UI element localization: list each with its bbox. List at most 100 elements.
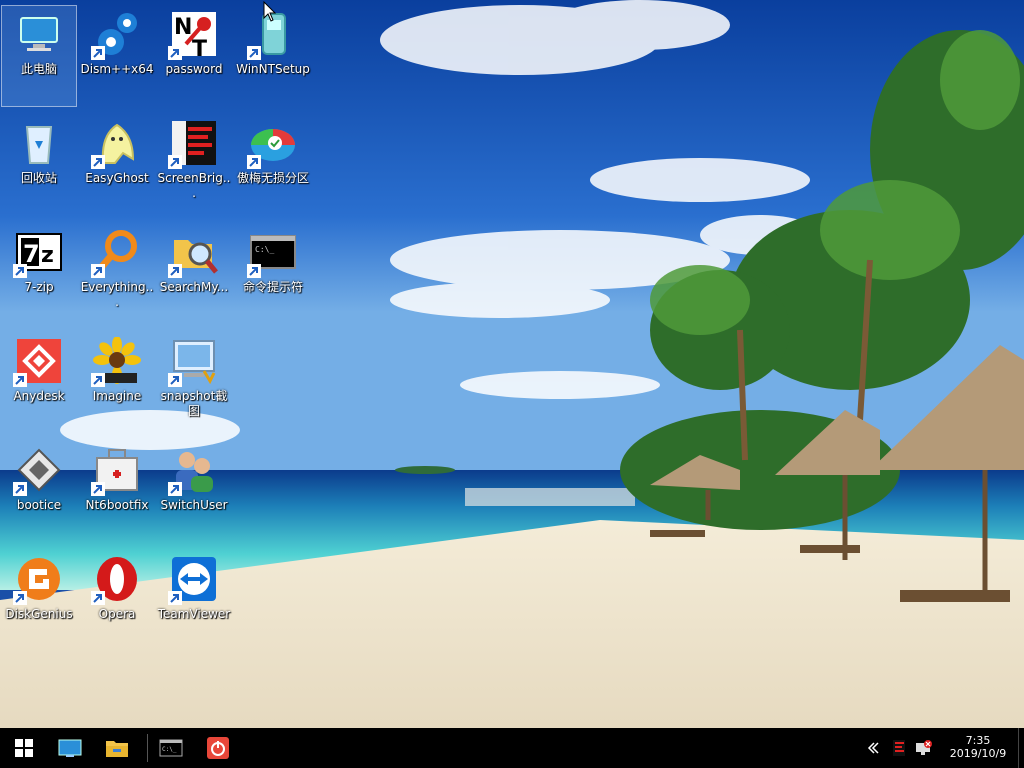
shortcut-arrow-icon [91,155,105,169]
desktop-icon-dism[interactable]: Dism++x64 [80,6,154,106]
bootice-icon [13,446,63,496]
desktop-icon-opera[interactable]: Opera [80,551,154,651]
teamviewer-icon [168,555,218,605]
shortcut-arrow-icon [247,264,261,278]
power-icon [207,737,229,759]
desktop-icon-everything[interactable]: Everything... [80,224,154,324]
file-explorer-icon [106,741,128,757]
icon-label: snapshot截图 [160,389,228,418]
start-button[interactable] [6,728,42,768]
desktop-icon-aomei-partition[interactable]: 傲梅无损分区 [236,115,310,215]
toolbox-icon [91,446,141,496]
anydesk-icon [13,337,63,387]
nt-password-icon: NT [168,10,218,62]
shortcut-arrow-icon [13,264,27,278]
tray-network[interactable] [912,728,934,768]
tray-network-icon [916,740,932,755]
desktop-icon-password[interactable]: NT password [157,6,231,106]
clock-time: 7:35 [965,734,991,747]
icon-label: WinNTSetup [236,62,310,76]
desktop-icon-anydesk[interactable]: Anydesk [2,333,76,433]
desktop-icon [58,739,82,757]
tray-app[interactable] [888,728,910,768]
icon-label: Imagine [92,389,142,403]
taskbar-cmd[interactable]: C:\_ [153,728,189,768]
icon-label: password [165,62,223,76]
imagine-flower-icon [91,336,141,387]
taskbar-separator [147,734,148,762]
cmd-icon: C:\_ [247,228,297,278]
desktop-icon-cmd[interactable]: C:\_ 命令提示符 [236,224,310,324]
shortcut-arrow-icon [247,155,261,169]
screenbright-icon [168,119,218,169]
svg-text:N: N [174,15,192,40]
shortcut-arrow-icon [91,373,105,387]
taskbar-power[interactable] [200,728,236,768]
icon-label: Anydesk [13,389,65,403]
shortcut-arrow-icon [91,46,105,60]
shortcut-arrow-icon [168,264,182,278]
icon-label: Nt6bootfix [85,498,149,512]
desktop-icon-searchmyfiles[interactable]: SearchMy... [157,224,231,324]
shortcut-arrow-icon [91,591,105,605]
icon-label: DiskGenius [5,607,73,621]
desktop-icon-this-pc[interactable]: 此电脑 [1,5,77,107]
svg-text:z: z [41,243,54,268]
icon-label: ScreenBrig... [157,171,231,200]
desktop-icon-teamviewer[interactable]: TeamViewer [157,551,231,651]
icon-label: Everything... [80,280,154,309]
shortcut-arrow-icon [168,155,182,169]
icon-label: Opera [98,607,136,621]
recycle-bin-icon [15,119,63,167]
mouse-cursor-icon [263,1,277,22]
show-desktop-button[interactable] [1018,728,1024,768]
desktop-icon-recycle-bin[interactable]: 回收站 [2,115,76,215]
icon-label: 此电脑 [20,62,57,76]
taskbar-file-explorer[interactable] [99,728,135,768]
tray-overflow-button[interactable] [862,728,884,768]
clock-date: 2019/10/9 [949,747,1007,760]
opera-icon [91,555,141,605]
desktop-icon-7zip[interactable]: 7z 7-zip [2,224,76,324]
ghost-icon [91,119,141,169]
diskgenius-icon [13,555,63,605]
desktop-icon-diskgenius[interactable]: DiskGenius [2,551,76,651]
shortcut-arrow-icon [168,46,182,60]
desktop-icon-snapshot[interactable]: snapshot截图 [157,333,231,433]
everything-search-icon [91,228,141,278]
desktop-icon-easyghost[interactable]: EasyGhost [80,115,154,215]
svg-text:C:\_: C:\_ [162,746,177,753]
shortcut-arrow-icon [13,482,27,496]
icon-label: Dism++x64 [80,62,154,76]
shortcut-arrow-icon [247,46,261,60]
icon-label: 回收站 [20,171,57,185]
icon-label: SearchMy... [159,280,229,294]
shortcut-arrow-icon [13,591,27,605]
desktop-icon-bootice[interactable]: bootice [2,442,76,542]
shortcut-arrow-icon [91,482,105,496]
svg-text:T: T [192,37,207,58]
snapshot-icon [168,337,218,387]
icon-label: SwitchUser [160,498,228,512]
users-icon [168,446,218,496]
desktop-icon-switchuser[interactable]: SwitchUser [157,442,231,542]
icon-label: 命令提示符 [242,280,303,294]
icon-label: 傲梅无损分区 [236,171,309,185]
icon-label: bootice [16,498,62,512]
folder-magnifier-icon [168,228,218,278]
taskbar-show-desktop[interactable] [52,728,88,768]
desktop-icon-imagine[interactable]: Imagine [80,333,154,433]
shortcut-arrow-icon [168,482,182,496]
computer-icon [15,10,63,58]
icon-label: EasyGhost [85,171,149,185]
tray-app-icon [893,740,905,756]
partition-icon [247,119,297,169]
desktop-icon-screenbright[interactable]: ScreenBrig... [157,115,231,215]
shortcut-arrow-icon [13,373,27,387]
shortcut-arrow-icon [91,264,105,278]
tray-clock[interactable]: 7:35 2019/10/9 [948,734,1008,760]
icon-label: TeamViewer [157,607,231,621]
taskbar: C:\_ 7:35 2019/10/9 [0,728,1024,768]
desktop-icon-nt6bootfix[interactable]: Nt6bootfix [80,442,154,542]
7zip-icon: 7z [13,228,63,278]
